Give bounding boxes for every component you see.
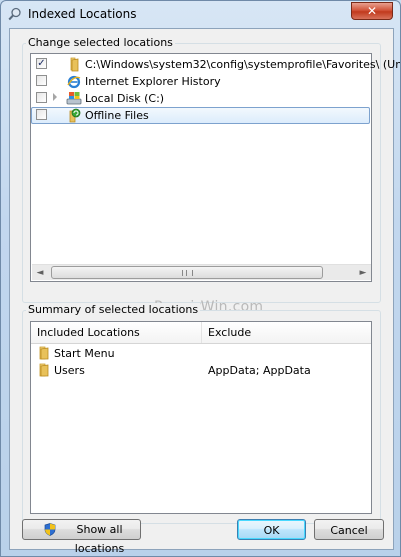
folder-icon: [39, 346, 49, 360]
title-bar[interactable]: Indexed Locations ✕: [1, 1, 400, 27]
expand-arrow-icon[interactable]: [53, 93, 57, 101]
show-all-locations-button[interactable]: Show all locations: [22, 519, 141, 555]
list-item[interactable]: Users AppData; AppData: [31, 362, 371, 379]
horizontal-scrollbar[interactable]: ◄ ►: [32, 264, 371, 280]
local-disk-icon: [66, 92, 82, 105]
checkbox[interactable]: [36, 109, 47, 120]
checkbox[interactable]: [36, 92, 47, 103]
grip-icon: [182, 270, 193, 276]
indexed-locations-window: Indexed Locations ✕ Change selected loca…: [0, 0, 401, 557]
tree-item-label: Internet Explorer History: [85, 75, 221, 88]
tree-item-local-disk[interactable]: Local Disk (C:): [31, 90, 370, 107]
exclude-value: AppData; AppData: [208, 364, 311, 377]
folder-icon: [39, 363, 49, 377]
scroll-right-icon[interactable]: ►: [355, 265, 371, 281]
show-all-label: Show all locations: [74, 523, 125, 555]
window-title: Indexed Locations: [28, 7, 137, 21]
checkbox[interactable]: [36, 75, 47, 86]
folder-icon: [70, 57, 79, 72]
tree-item-label: C:\Windows\system32\config\systemprofile…: [85, 58, 401, 71]
summary-column-header: Included Locations Exclude: [31, 322, 371, 344]
change-locations-label: Change selected locations: [26, 36, 175, 49]
included-location-name: Users: [54, 364, 85, 377]
magnifier-indexing-icon: [8, 7, 21, 21]
tree-item-offline-files[interactable]: Offline Files: [31, 107, 370, 124]
tree-item-label: Local Disk (C:): [85, 92, 165, 105]
dialog-client-area: Change selected locations ✓ C:\Windows\s…: [9, 28, 400, 555]
column-included-locations[interactable]: Included Locations: [31, 322, 201, 343]
close-button[interactable]: ✕: [351, 2, 393, 20]
offline-files-icon: [69, 108, 81, 123]
summary-list: Included Locations Exclude Start Menu Us…: [30, 321, 372, 514]
shield-icon: [44, 523, 56, 536]
column-exclude[interactable]: Exclude: [202, 322, 367, 343]
locations-tree[interactable]: ✓ C:\Windows\system32\config\systemprofi…: [30, 53, 400, 282]
tree-item-favorites[interactable]: ✓ C:\Windows\system32\config\systemprofi…: [31, 56, 400, 73]
tree-item-ie-history[interactable]: Internet Explorer History: [31, 73, 370, 90]
tree-item-label: Offline Files: [85, 109, 149, 122]
scroll-thumb[interactable]: [51, 266, 323, 279]
summary-label: Summary of selected locations: [26, 303, 201, 316]
scroll-left-icon[interactable]: ◄: [32, 265, 48, 281]
ok-button[interactable]: OK: [237, 519, 306, 540]
internet-explorer-icon: [67, 75, 81, 89]
list-item[interactable]: Start Menu: [31, 345, 371, 362]
included-location-name: Start Menu: [54, 347, 115, 360]
checkbox-checked[interactable]: ✓: [36, 58, 47, 69]
cancel-button[interactable]: Cancel: [314, 519, 384, 540]
